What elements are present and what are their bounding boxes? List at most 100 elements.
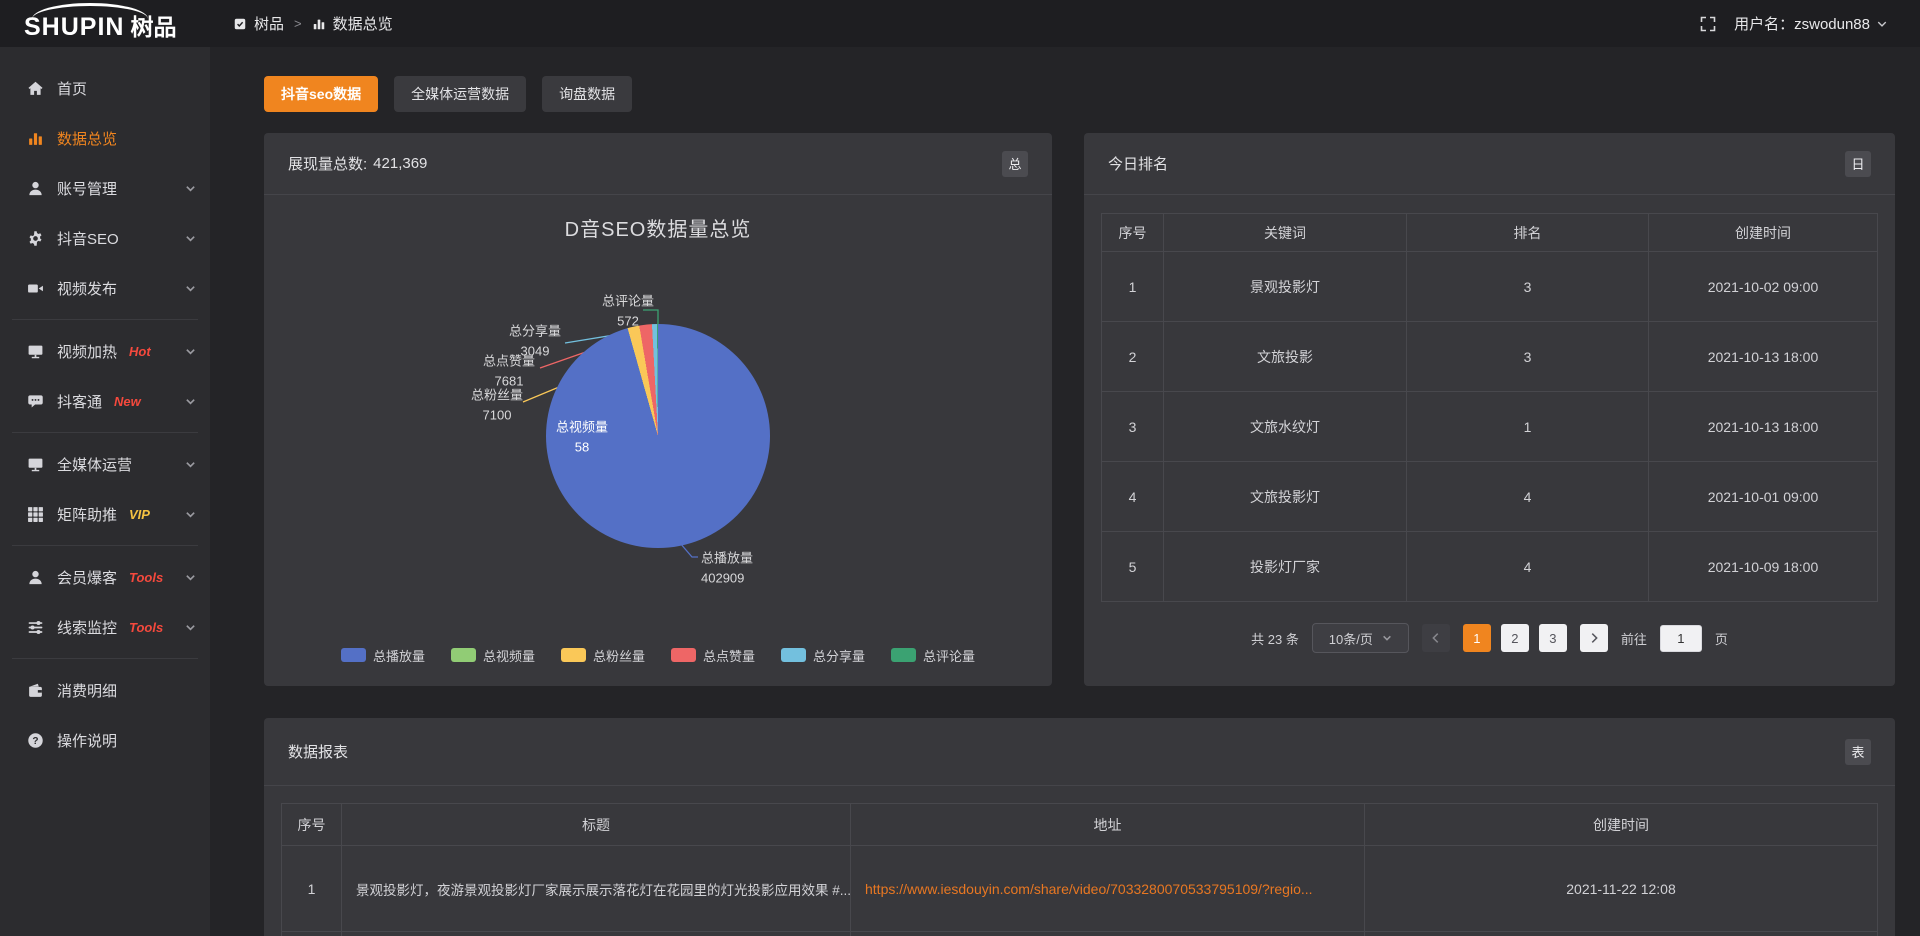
- cell-no: 4: [1102, 462, 1164, 532]
- breadcrumb-root[interactable]: 树品: [254, 13, 284, 34]
- ranking-card: 今日排名 日 序号关键词排名创建时间: [1084, 133, 1895, 686]
- cell-rank: 4: [1407, 532, 1649, 602]
- grid-icon: [27, 506, 44, 523]
- page-button[interactable]: 3: [1539, 624, 1567, 652]
- video-url-link[interactable]: https://www.iesdouyin.com/share/video/70…: [865, 881, 1313, 897]
- sidebar-item-label: 消费明细: [57, 680, 117, 701]
- cell-time: 2021-10-13 18:00: [1649, 322, 1878, 392]
- chevron-down-icon: [185, 509, 196, 520]
- sidebar-item-badge: VIP: [129, 507, 150, 522]
- chevron-down-icon: [185, 346, 196, 357]
- pie-label-总评论量: 总评论量572: [602, 292, 654, 331]
- page-button[interactable]: 1: [1463, 624, 1491, 652]
- pie-label-总粉丝量: 总粉丝量7100: [471, 386, 523, 425]
- chart-legend: 总播放量 总视频量 总粉丝量: [264, 631, 1052, 679]
- report-table-header-row: 序号标题地址创建时间: [282, 804, 1878, 846]
- legend-label: 总视频量: [483, 646, 535, 665]
- cell-rank: 3: [1407, 322, 1649, 392]
- sidebar-item-label: 数据总览: [57, 128, 117, 149]
- legend-label: 总点赞量: [703, 646, 755, 665]
- sidebar-item[interactable]: 抖客通 New: [0, 376, 210, 426]
- chevron-down-icon: [1876, 18, 1888, 30]
- legend-label: 总播放量: [373, 646, 425, 665]
- sidebar-item[interactable]: 数据总览: [0, 113, 210, 163]
- cell-time: 2021-10-13 18:00: [1649, 392, 1878, 462]
- sidebar-item[interactable]: 账号管理: [0, 163, 210, 213]
- prev-page-button[interactable]: [1422, 624, 1450, 652]
- breadcrumb-separator: >: [294, 16, 302, 31]
- goto-page-input[interactable]: [1660, 625, 1702, 652]
- cell-title: [342, 932, 851, 936]
- logo-arc-icon: [32, 3, 148, 19]
- ranking-table-row: 5 投影灯厂家 4 2021-10-09 18:00: [1102, 532, 1878, 602]
- sidebar-item[interactable]: 消费明细: [0, 665, 210, 715]
- tab-button[interactable]: 抖音seo数据: [264, 76, 378, 112]
- sidebar-item-badge: Tools: [129, 620, 163, 635]
- chevron-down-icon: [185, 459, 196, 470]
- sidebar-item[interactable]: 全媒体运营: [0, 439, 210, 489]
- cell-keyword: 投影灯厂家: [1164, 532, 1407, 602]
- legend-item[interactable]: 总分享量: [781, 646, 865, 665]
- impressions-total-label: 展现量总数:: [288, 153, 367, 174]
- sidebar-item-label: 矩阵助推: [57, 504, 117, 525]
- cell-url: [851, 932, 1365, 936]
- topbar-right: 用户名：zswodun88: [1700, 13, 1920, 34]
- sidebar-item-label: 抖音SEO: [57, 228, 119, 249]
- sidebar-item[interactable]: 首页: [0, 63, 210, 113]
- legend-item[interactable]: 总评论量: [891, 646, 975, 665]
- cell-time: 2021-10-02 09:00: [1649, 252, 1878, 322]
- next-page-button[interactable]: [1580, 624, 1608, 652]
- column-header: 标题: [342, 804, 851, 846]
- total-count-label: 共 23 条: [1251, 629, 1299, 648]
- monitor-icon: [27, 343, 44, 360]
- cell-url: https://www.iesdouyin.com/share/video/70…: [851, 846, 1365, 932]
- sidebar-item-label: 视频发布: [57, 278, 117, 299]
- cell-title: 景观投影灯，夜游景观投影灯厂家展示展示落花灯在花园里的灯光投影应用效果 #...: [342, 846, 851, 932]
- column-header: 关键词: [1164, 214, 1407, 252]
- sidebar-item[interactable]: 矩阵助推 VIP: [0, 489, 210, 539]
- page-button[interactable]: 2: [1501, 624, 1529, 652]
- sidebar-item[interactable]: ? 操作说明: [0, 715, 210, 765]
- legend-item[interactable]: 总视频量: [451, 646, 535, 665]
- tab-button[interactable]: 询盘数据: [542, 76, 632, 112]
- tab-button[interactable]: 全媒体运营数据: [394, 76, 526, 112]
- sidebar-item[interactable]: 会员爆客 Tools: [0, 552, 210, 602]
- goto-suffix: 页: [1715, 629, 1728, 648]
- page-size-select[interactable]: 10条/页: [1312, 623, 1409, 653]
- person-icon: [27, 569, 44, 586]
- sidebar-item-label: 账号管理: [57, 178, 117, 199]
- sidebar-item-label: 全媒体运营: [57, 454, 132, 475]
- sidebar-item[interactable]: 视频加热 Hot: [0, 326, 210, 376]
- username-dropdown[interactable]: 用户名：zswodun88: [1734, 13, 1888, 34]
- ranking-table-row: 1 景观投影灯 3 2021-10-02 09:00: [1102, 252, 1878, 322]
- cell-no: 2: [1102, 322, 1164, 392]
- chevron-down-icon: [185, 283, 196, 294]
- sidebar-item[interactable]: 视频发布: [0, 263, 210, 313]
- pie-label-总播放量: 总播放量402909: [701, 549, 753, 588]
- pagination: 共 23 条 10条/页 123 前往: [1084, 623, 1895, 653]
- pie-label-总分享量: 总分享量3049: [509, 322, 561, 361]
- legend-item[interactable]: 总播放量: [341, 646, 425, 665]
- column-header: 序号: [282, 804, 342, 846]
- cell-time: [1365, 932, 1878, 936]
- display-icon: [27, 456, 44, 473]
- sidebar-item[interactable]: 抖音SEO: [0, 213, 210, 263]
- cell-rank: 1: [1407, 392, 1649, 462]
- sidebar-item[interactable]: 线索监控 Tools: [0, 602, 210, 652]
- total-badge[interactable]: 总: [1002, 151, 1028, 177]
- legend-marker: [341, 648, 366, 662]
- report-table-row: [282, 932, 1878, 936]
- day-badge[interactable]: 日: [1845, 151, 1871, 177]
- sidebar-item-label: 线索监控: [57, 617, 117, 638]
- column-header: 排名: [1407, 214, 1649, 252]
- cell-no: [282, 932, 342, 936]
- fullscreen-icon[interactable]: [1700, 16, 1716, 32]
- legend-label: 总粉丝量: [593, 646, 645, 665]
- topbar: SHUPIN 树品 树品 > 数据总览 用户名：zswodun88: [0, 0, 1920, 47]
- table-badge[interactable]: 表: [1845, 739, 1871, 765]
- legend-item[interactable]: 总点赞量: [671, 646, 755, 665]
- chevron-down-icon: [1382, 633, 1392, 643]
- column-header: 创建时间: [1649, 214, 1878, 252]
- sidebar-item-label: 视频加热: [57, 341, 117, 362]
- legend-item[interactable]: 总粉丝量: [561, 646, 645, 665]
